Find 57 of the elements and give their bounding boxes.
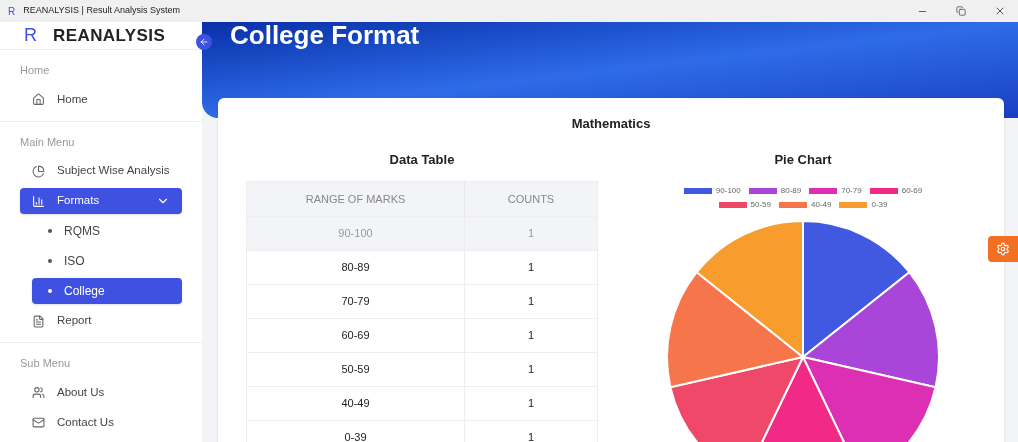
bar-chart-icon xyxy=(32,194,45,208)
brand-logo: R xyxy=(24,24,37,47)
house-icon xyxy=(32,93,45,106)
table-row[interactable]: 80-89 1 xyxy=(247,250,597,284)
bullet-icon xyxy=(48,229,52,233)
table-row[interactable]: 40-49 1 xyxy=(247,386,597,420)
table-title: Data Table xyxy=(388,150,456,169)
section-heading: Home xyxy=(19,63,51,78)
restore-icon[interactable] xyxy=(956,6,966,16)
people-icon xyxy=(32,386,45,399)
arrow-left-icon xyxy=(199,37,209,47)
table-row[interactable]: 60-69 1 xyxy=(247,318,597,352)
envelope-icon xyxy=(32,416,45,429)
nav-item[interactable]: Home xyxy=(20,86,182,113)
table-row[interactable]: 0-39 1 xyxy=(247,420,597,442)
nav-item[interactable]: Formats xyxy=(20,188,182,214)
legend-label: 50-59 xyxy=(750,199,771,211)
nav-item[interactable]: Report xyxy=(20,308,182,334)
pie-chart-icon xyxy=(32,164,45,178)
window-title: REANALYSIS | Result Analysis System xyxy=(23,4,180,18)
table-cell-text: 1 xyxy=(526,430,536,442)
legend-label: 80-89 xyxy=(780,185,802,197)
table-cell-text: 1 xyxy=(526,328,536,344)
document-icon xyxy=(32,314,45,328)
section-heading: Sub Menu xyxy=(19,356,72,371)
table-row[interactable]: 70-79 1 xyxy=(247,284,597,318)
nav-item[interactable]: About Us xyxy=(20,379,182,406)
brand-name: REANALYSIS xyxy=(53,24,166,47)
legend-label: 90-100 xyxy=(715,185,741,197)
column-header: COUNTS xyxy=(506,191,556,207)
subject-title: Mathematics xyxy=(570,115,652,133)
legend-label: 70-79 xyxy=(841,185,862,197)
page-title: College Format xyxy=(230,22,421,48)
table-cell-text: 1 xyxy=(526,396,536,412)
table-cell-text: 1 xyxy=(526,362,536,378)
collapse-button[interactable] xyxy=(196,34,212,50)
table-row[interactable]: 50-59 1 xyxy=(247,352,597,386)
legend-label: 40-49 xyxy=(811,199,832,211)
close-icon[interactable] xyxy=(994,5,1006,17)
table-cell-text: 1 xyxy=(526,260,536,276)
bullet-icon xyxy=(48,259,52,263)
settings-icon xyxy=(996,242,1010,256)
section-heading: Main Menu xyxy=(19,134,76,150)
nav-item[interactable]: Subject Wise Analysis xyxy=(20,158,182,184)
nav-subitem[interactable]: ISO xyxy=(32,248,182,274)
bullet-icon xyxy=(48,289,52,293)
table-cell-text: 1 xyxy=(526,226,536,242)
nav-subitem[interactable]: College xyxy=(32,278,182,304)
settings-button[interactable] xyxy=(988,236,1018,262)
table-cell-text: 1 xyxy=(526,294,536,310)
chart-title: Pie Chart xyxy=(774,150,832,169)
legend-label: 60-69 xyxy=(901,185,923,197)
app-logo: R xyxy=(8,4,16,19)
table-cell: 0-39 xyxy=(247,421,465,442)
legend-label: 0-39 xyxy=(871,199,888,211)
nav-item[interactable]: Contact Us xyxy=(20,409,182,436)
nav-subitem[interactable]: RQMS xyxy=(32,218,182,244)
